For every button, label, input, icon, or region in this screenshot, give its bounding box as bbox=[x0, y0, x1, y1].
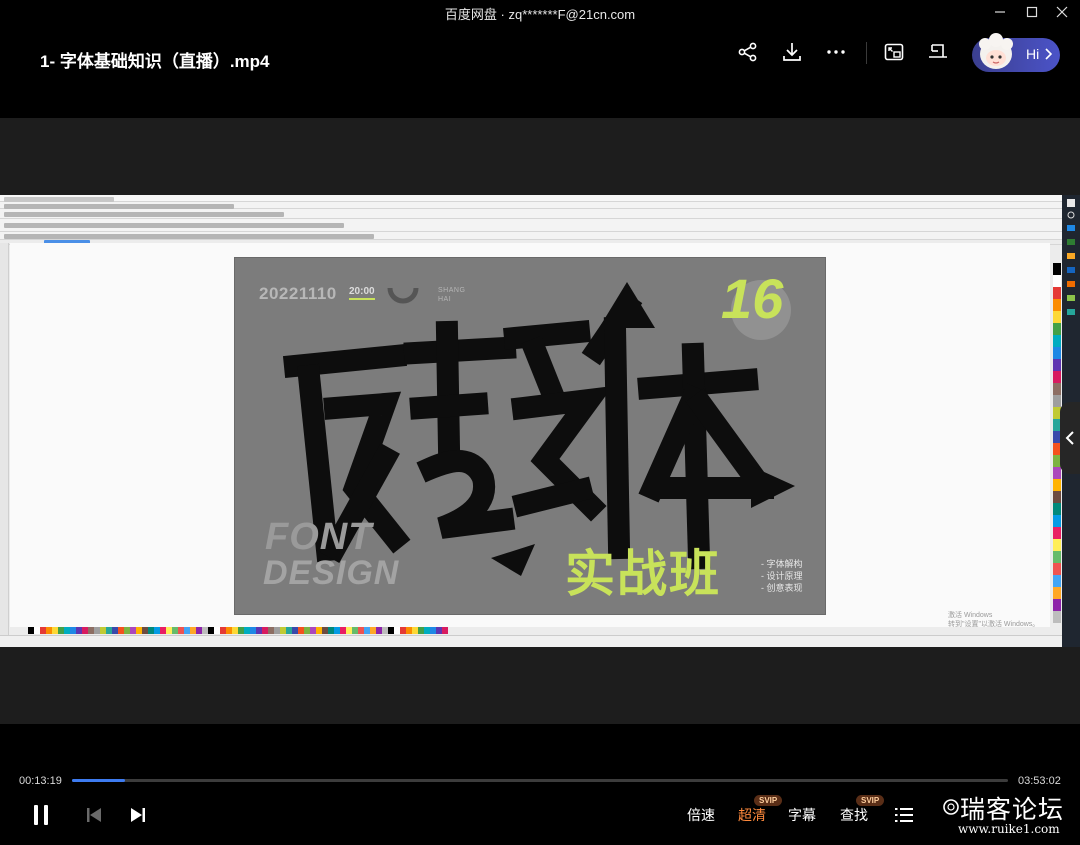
poster-location-line2: HAI bbox=[438, 296, 452, 303]
assistant-avatar-icon bbox=[979, 33, 1013, 69]
poster-time: 20:00 bbox=[349, 286, 375, 300]
mini-window-icon bbox=[929, 44, 947, 58]
window-title: 百度网盘 · zq*******F@21cn.com bbox=[0, 4, 1080, 23]
chevron-left-icon bbox=[1065, 431, 1074, 445]
poster-location-line1: SHANG bbox=[438, 287, 466, 294]
search-button[interactable]: 查找 bbox=[840, 805, 868, 825]
pause-button[interactable] bbox=[28, 802, 54, 828]
frame-toolbar bbox=[0, 209, 1062, 219]
frame-property-bar bbox=[0, 219, 1062, 232]
poster-date: 20221110 bbox=[259, 284, 337, 303]
brand-ring-icon bbox=[943, 799, 959, 815]
svip-badge: SVIP bbox=[754, 795, 783, 806]
picture-in-picture-icon bbox=[884, 43, 904, 61]
svip-badge: SVIP bbox=[856, 795, 885, 806]
course-poster: 20221110 20:00 SHANG HAI 16 FONT DESIGN … bbox=[235, 258, 825, 614]
poster-number: 16 bbox=[721, 267, 784, 330]
share-button[interactable] bbox=[734, 38, 762, 66]
list-icon bbox=[895, 808, 913, 822]
window-title-bar: 百度网盘 · zq*******F@21cn.com bbox=[0, 0, 1080, 24]
hi-label: Hi bbox=[1026, 46, 1040, 62]
brand-url: www.ruike1.com bbox=[958, 822, 1060, 836]
video-frame: 20221110 20:00 SHANG HAI 16 FONT DESIGN … bbox=[0, 195, 1080, 647]
close-window-button[interactable] bbox=[1044, 0, 1080, 24]
subtitle-button[interactable]: 字幕 bbox=[788, 805, 816, 825]
poster-design-word: DESIGN bbox=[263, 554, 400, 592]
next-button[interactable] bbox=[126, 804, 150, 826]
video-viewport[interactable]: 20221110 20:00 SHANG HAI 16 FONT DESIGN … bbox=[0, 118, 1080, 724]
app-name: 百度网盘 bbox=[444, 7, 497, 22]
more-button[interactable] bbox=[822, 38, 850, 66]
frame-menubar bbox=[0, 202, 1062, 209]
progress-bar[interactable] bbox=[72, 779, 1008, 782]
download-button[interactable] bbox=[778, 38, 806, 66]
speed-button[interactable]: 倍速 bbox=[687, 805, 715, 825]
ai-assistant-button[interactable]: Hi bbox=[972, 33, 1060, 72]
forum-watermark: 瑞客论坛 www.ruike1.com bbox=[942, 786, 1078, 842]
watermark-line2: 转到"设置"以激活 Windows。 bbox=[948, 621, 1040, 628]
frame-color-strip bbox=[28, 627, 448, 634]
video-title: 1- 字体基础知识（直播）.mp4 bbox=[40, 52, 270, 71]
player-controls: 00:13:19 03:53:02 倍速 超清 SVIP 字幕 查找 SVIP bbox=[0, 724, 1080, 845]
frame-status-bar bbox=[0, 635, 1062, 647]
poster-bullet: - 字体解构 bbox=[761, 559, 803, 569]
chevron-right-icon bbox=[1045, 48, 1052, 60]
windows-activation-watermark: 激活 Windows 转到"设置"以激活 Windows。 bbox=[948, 611, 1039, 629]
title-separator: · bbox=[500, 7, 505, 22]
maximize-icon bbox=[1026, 6, 1038, 18]
poster-bullet-list: - 字体解构 - 设计原理 - 创意表现 bbox=[761, 558, 803, 594]
quality-button[interactable]: 超清 bbox=[738, 805, 766, 825]
playlist-button[interactable] bbox=[892, 804, 916, 826]
download-icon bbox=[783, 43, 801, 61]
previous-button[interactable] bbox=[82, 804, 106, 826]
share-icon bbox=[738, 42, 757, 62]
watermark-line1: 激活 Windows bbox=[948, 612, 993, 619]
poster-location: SHANG HAI bbox=[438, 286, 465, 304]
minimize-button[interactable] bbox=[982, 0, 1018, 24]
pause-icon bbox=[34, 805, 48, 825]
minimize-icon bbox=[995, 11, 1005, 13]
frame-app-titlebar bbox=[0, 195, 1062, 202]
player-header: 1- 字体基础知识（直播）.mp4 Hi bbox=[0, 24, 1080, 118]
current-time: 00:13:19 bbox=[19, 775, 62, 787]
frame-toolbox bbox=[0, 243, 9, 635]
poster-font-word: FONT bbox=[265, 516, 373, 558]
poster-camp-title: 实战班 bbox=[565, 546, 721, 602]
brand-name: 瑞客论坛 bbox=[960, 795, 1065, 824]
poster-bullet: - 创意表现 bbox=[761, 583, 803, 593]
progress-fill bbox=[72, 779, 126, 782]
more-icon bbox=[827, 50, 845, 54]
header-divider bbox=[866, 42, 867, 64]
account-name: zq*******F@21cn.com bbox=[508, 7, 636, 22]
picture-in-picture-button[interactable] bbox=[880, 38, 908, 66]
mini-window-button[interactable] bbox=[924, 38, 952, 66]
skip-next-icon bbox=[131, 808, 145, 822]
playlist-toggle-button[interactable] bbox=[1060, 402, 1080, 474]
skip-previous-icon bbox=[87, 808, 101, 822]
poster-bullet: - 设计原理 bbox=[761, 571, 803, 581]
frame-effects-bar bbox=[0, 232, 1062, 240]
close-icon bbox=[1056, 6, 1068, 18]
